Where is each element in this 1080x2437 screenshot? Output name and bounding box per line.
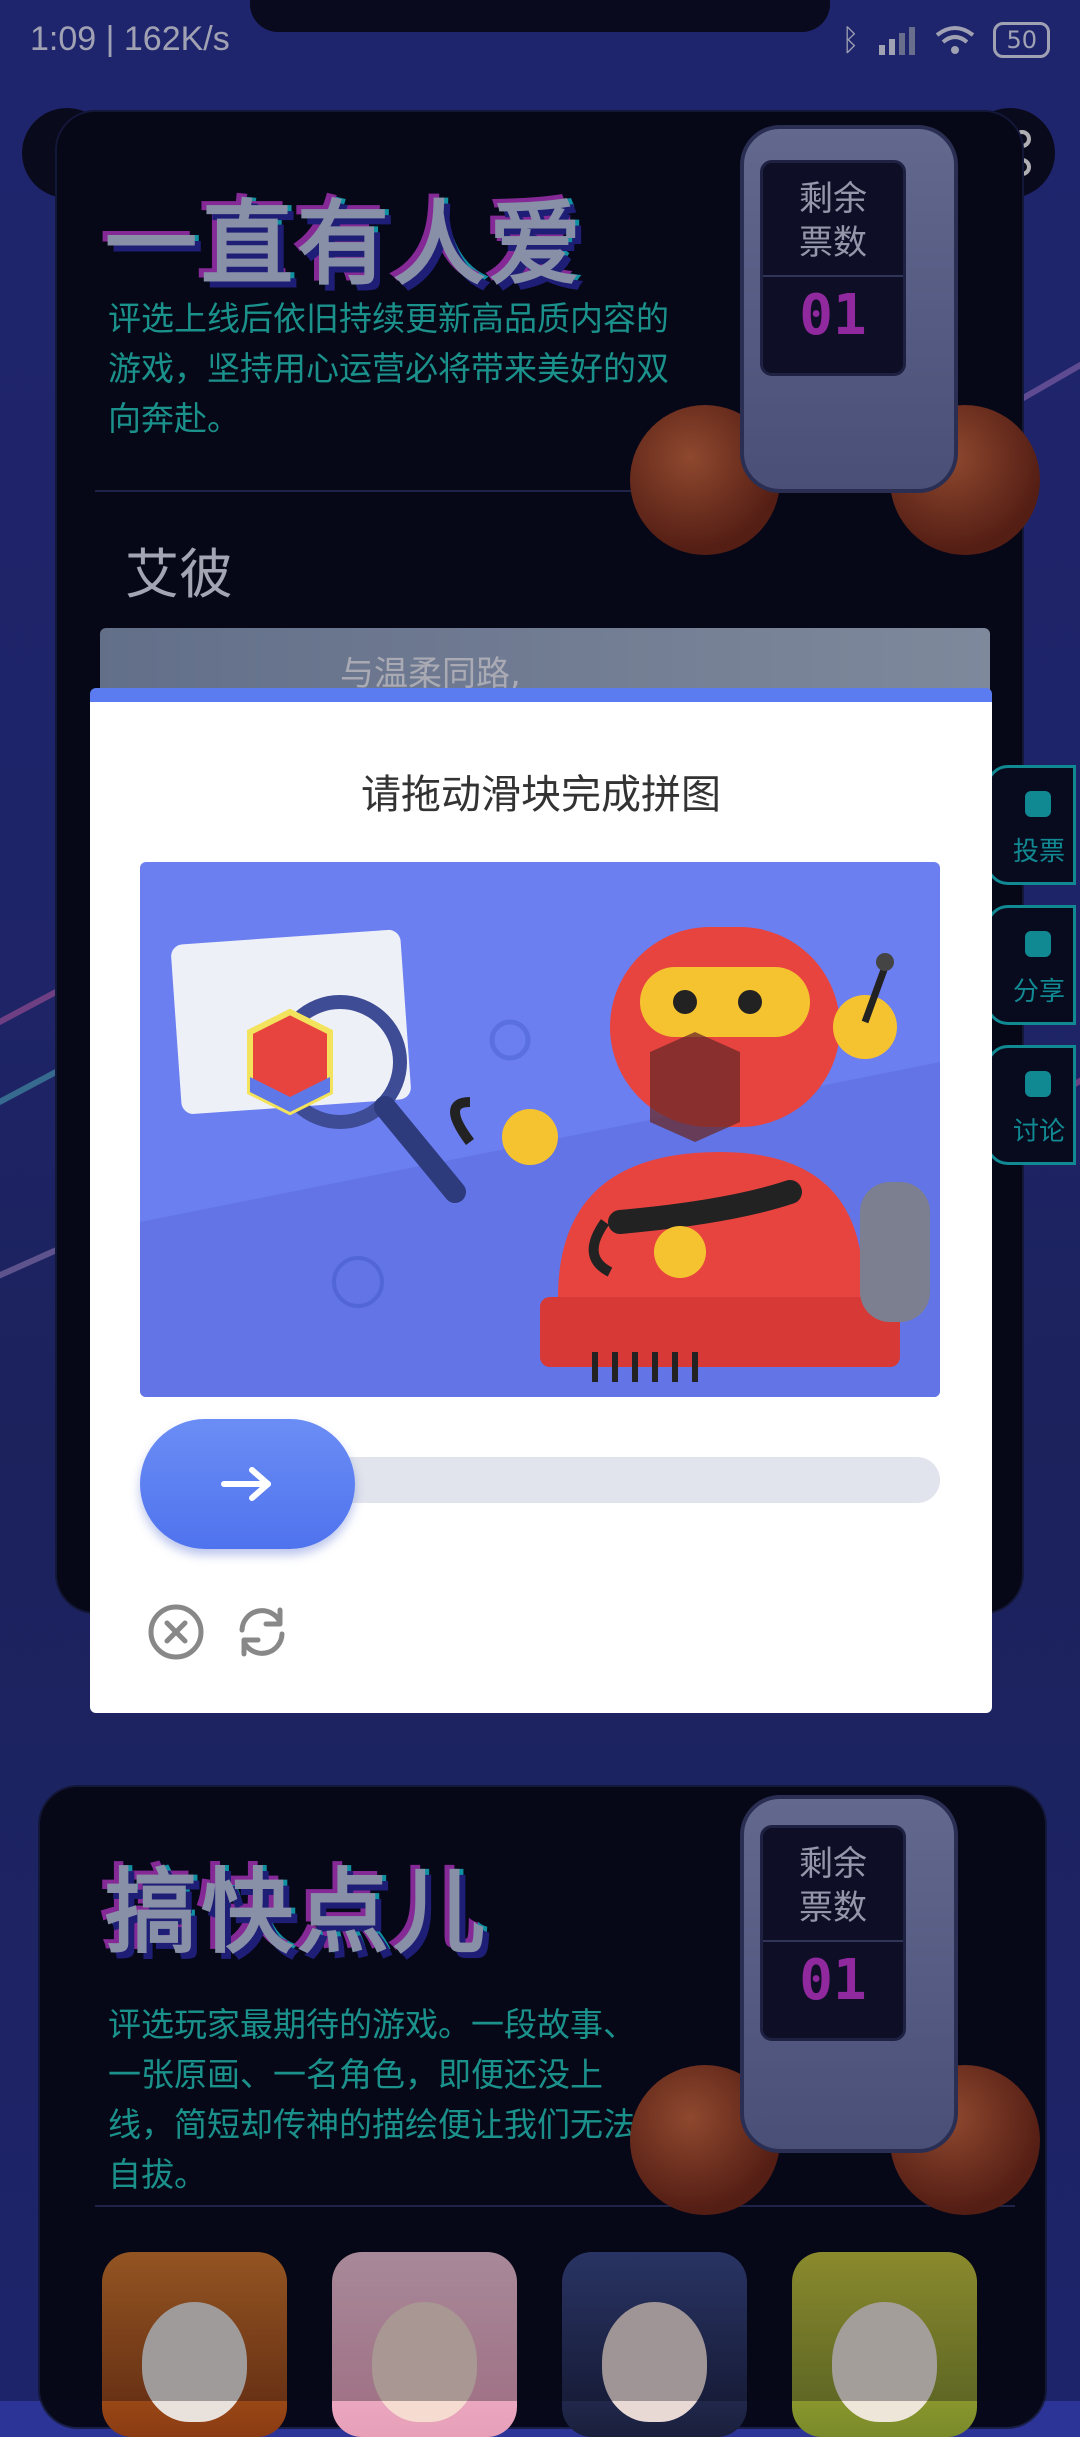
captcha-modal: 请拖动滑块完成拼图: [90, 688, 992, 1713]
puzzle-piece: [247, 1008, 333, 1116]
captcha-refresh-button[interactable]: [230, 1600, 294, 1664]
close-circle-icon: [148, 1604, 204, 1660]
captcha-puzzle-image: [140, 862, 940, 1397]
arrow-right-icon: [220, 1467, 271, 1501]
captcha-title: 请拖动滑块完成拼图: [361, 772, 721, 818]
slider-handle[interactable]: [140, 1419, 355, 1549]
captcha-close-button[interactable]: [144, 1600, 208, 1664]
refresh-icon: [239, 1607, 285, 1657]
puzzle-illustration: [140, 927, 940, 1397]
